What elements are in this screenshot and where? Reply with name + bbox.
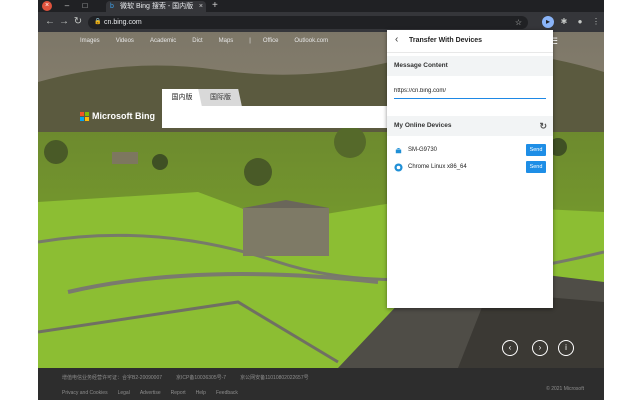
tab-international[interactable]: 国际版 — [198, 89, 242, 106]
page-footer: 增值电信业务经营许可证：合字B2-20090007 京ICP备10036305号-… — [38, 368, 604, 400]
device-row: Chrome Linux x86_64 Send — [387, 160, 553, 176]
device-row: SM-G9730 Send — [387, 143, 553, 159]
logo-square-blue — [80, 117, 84, 121]
online-devices-label: My Online Devices — [394, 122, 452, 129]
transfer-devices-popup: ‹ Transfer With Devices Message Content … — [387, 30, 553, 308]
bing-top-nav: Images Videos Academic Dict Maps | Office Outlo… — [80, 38, 344, 44]
android-icon — [394, 146, 403, 155]
device-name: SM-G9730 — [408, 147, 438, 153]
tab-close-icon[interactable]: × — [199, 1, 203, 12]
microsoft-bing-logo: Microsoft Bing — [80, 110, 170, 124]
new-tab-icon[interactable]: + — [212, 0, 218, 12]
left-margin — [0, 0, 38, 400]
nav-separator: | — [249, 38, 251, 44]
footer-link-advertise[interactable]: Advertise — [140, 390, 161, 396]
back-icon[interactable]: ← — [44, 16, 56, 28]
logo-square-green — [85, 112, 89, 116]
lock-icon: 🔒 — [94, 19, 102, 25]
footer-copyright: © 2021 Microsoft — [546, 386, 584, 392]
online-devices-header: My Online Devices ↻ — [387, 116, 553, 136]
logo-square-red — [80, 112, 84, 116]
logo-text: Microsoft Bing — [92, 111, 155, 121]
nav-office[interactable]: Office — [263, 38, 279, 44]
forward-icon[interactable]: → — [58, 16, 70, 28]
nav-videos[interactable]: Videos — [116, 38, 134, 44]
address-bar[interactable]: 🔒 cn.bing.com ☆ — [88, 16, 528, 29]
send-button[interactable]: Send — [526, 161, 546, 173]
footer-icp-record[interactable]: 京ICP备10036305号-7 — [176, 375, 226, 381]
nav-academic[interactable]: Academic — [150, 38, 176, 44]
window-close-icon[interactable]: × — [42, 1, 52, 11]
footer-link-feedback[interactable]: Feedback — [216, 390, 238, 396]
footer-icp-license[interactable]: 增值电信业务经营许可证：合字B2-20090007 — [62, 375, 162, 381]
refresh-icon[interactable]: ↻ — [539, 121, 547, 131]
nav-images[interactable]: Images — [80, 38, 100, 44]
transfer-extension-icon[interactable]: ▸ — [542, 16, 554, 28]
menu-kebab-icon[interactable]: ⋮ — [590, 16, 602, 28]
footer-link-help[interactable]: Help — [196, 390, 206, 396]
footer-icp-police[interactable]: 京公网安备11010802022657号 — [240, 375, 309, 381]
address-url: cn.bing.com — [104, 19, 142, 26]
send-button[interactable]: Send — [526, 144, 546, 156]
bing-favicon-icon: b — [110, 3, 114, 10]
chrome-icon — [394, 163, 403, 172]
tab-strip: × – □ b 微软 Bing 搜索 - 国内版 × + — [38, 0, 604, 12]
window-maximize-icon[interactable]: □ — [80, 1, 90, 11]
footer-link-privacy[interactable]: Privacy and Cookies — [62, 390, 108, 396]
footer-link-report[interactable]: Report — [171, 390, 186, 396]
right-margin — [604, 0, 640, 400]
popup-title: Transfer With Devices — [409, 37, 483, 44]
popup-header: ‹ Transfer With Devices — [387, 30, 553, 53]
extensions-puzzle-icon[interactable]: ✱ — [558, 16, 570, 28]
window-minimize-icon[interactable]: – — [62, 1, 72, 11]
bookmark-star-icon[interactable]: ☆ — [515, 16, 522, 29]
back-chevron-icon[interactable]: ‹ — [395, 34, 398, 46]
toolbar: ← → ↻ 🔒 cn.bing.com ☆ ▸ ✱ ● ⋮ — [38, 12, 604, 32]
footer-icp-row: 增值电信业务经营许可证：合字B2-20090007 京ICP备10036305号-… — [62, 374, 323, 381]
previous-image-icon[interactable]: ‹ — [502, 340, 518, 356]
device-name: Chrome Linux x86_64 — [408, 164, 467, 170]
logo-square-yellow — [85, 117, 89, 121]
nav-outlook[interactable]: Outlook.com — [294, 38, 328, 44]
tab-bing[interactable]: b 微软 Bing 搜索 - 国内版 × — [106, 1, 206, 12]
message-content-label: Message Content — [387, 56, 553, 76]
profile-avatar-icon[interactable]: ● — [574, 16, 586, 28]
reload-icon[interactable]: ↻ — [72, 16, 84, 28]
browser-window: × – □ b 微软 Bing 搜索 - 国内版 × + ← → ↻ 🔒 cn.… — [38, 0, 604, 400]
footer-links-row: Privacy and Cookies Legal Advertise Report H… — [62, 390, 248, 396]
next-image-icon[interactable]: › — [532, 340, 548, 356]
tab-title: 微软 Bing 搜索 - 国内版 — [120, 3, 194, 10]
message-content-input[interactable] — [394, 84, 546, 99]
tab-international-label: 国际版 — [209, 94, 231, 101]
nav-maps[interactable]: Maps — [219, 38, 234, 44]
footer-link-legal[interactable]: Legal — [118, 390, 130, 396]
nav-dict[interactable]: Dict — [192, 38, 202, 44]
image-info-icon[interactable]: i — [558, 340, 574, 356]
tab-domestic[interactable]: 国内版 — [162, 89, 202, 106]
